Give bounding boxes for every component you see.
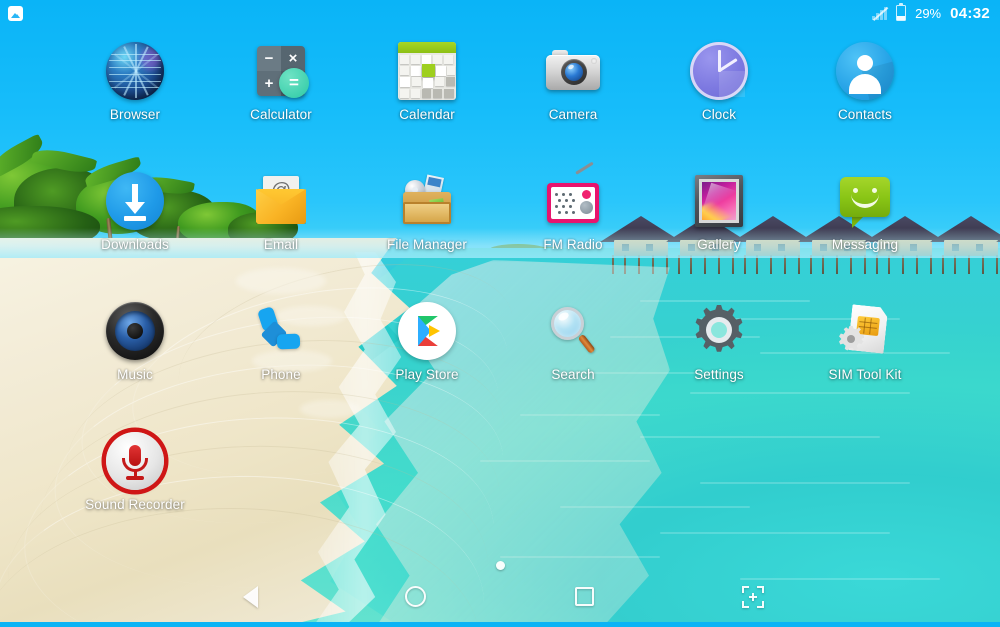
settings-gear-icon xyxy=(690,302,748,360)
app-label: SIM Tool Kit xyxy=(828,367,902,382)
sim-missing-icon xyxy=(872,6,889,21)
home-circle-icon xyxy=(404,586,426,607)
messaging-bubble-icon xyxy=(836,172,894,230)
screenshot-capture-icon xyxy=(742,585,764,608)
app-contacts[interactable]: Contacts xyxy=(792,42,938,122)
app-label: Gallery xyxy=(697,237,741,252)
phone-handset-icon xyxy=(252,302,310,360)
app-label: Play Store xyxy=(395,367,459,382)
download-arrow-icon xyxy=(106,172,164,230)
app-fm-radio[interactable]: FM Radio xyxy=(500,161,646,252)
app-label: Calculator xyxy=(250,107,312,122)
app-email[interactable]: @ Email xyxy=(208,172,354,252)
app-camera[interactable]: Camera xyxy=(500,42,646,122)
app-label: Contacts xyxy=(837,107,893,122)
app-sound-recorder[interactable]: Sound Recorder xyxy=(62,432,208,512)
battery-percent-label: 29% xyxy=(915,5,942,21)
play-store-icon xyxy=(398,302,456,360)
app-label: Search xyxy=(551,367,595,382)
recents-square-icon xyxy=(574,587,594,606)
search-magnifier-icon xyxy=(544,302,602,360)
nav-recents-button[interactable] xyxy=(549,572,619,621)
app-label: Messaging xyxy=(831,237,899,252)
app-label: Browser xyxy=(109,107,161,122)
nav-home-button[interactable] xyxy=(380,572,450,621)
app-calendar[interactable]: Calendar xyxy=(354,42,500,122)
app-label: File Manager xyxy=(387,237,467,252)
app-music[interactable]: Music xyxy=(62,302,208,382)
app-label: Music xyxy=(117,367,153,382)
clock-icon xyxy=(690,42,748,100)
app-grid: Browser − × + = Calculator Calendar Came… xyxy=(0,34,1000,534)
back-triangle-icon xyxy=(242,585,258,608)
app-play-store[interactable]: Play Store xyxy=(354,302,500,382)
app-label: Downloads xyxy=(101,237,169,252)
camera-icon xyxy=(544,42,602,100)
app-label: Sound Recorder xyxy=(85,497,185,512)
contacts-person-icon xyxy=(836,42,894,100)
music-speaker-icon xyxy=(106,302,164,360)
app-browser[interactable]: Browser xyxy=(62,42,208,122)
app-file-manager[interactable]: File Manager xyxy=(354,172,500,252)
app-label: Clock xyxy=(701,107,737,122)
app-phone[interactable]: Phone xyxy=(208,302,354,382)
bottom-accent-line xyxy=(0,622,1000,627)
battery-icon xyxy=(896,2,907,21)
page-indicator xyxy=(0,558,1000,572)
app-label: Calendar xyxy=(399,107,455,122)
nav-screenshot-button[interactable] xyxy=(718,572,788,621)
calendar-icon xyxy=(398,42,456,100)
sim-toolkit-icon xyxy=(836,302,894,360)
app-label: Camera xyxy=(548,107,598,122)
image-notification-icon[interactable] xyxy=(8,5,23,21)
gallery-frame-icon xyxy=(690,172,748,230)
app-label: Phone xyxy=(261,367,301,382)
navigation-bar xyxy=(0,572,1000,627)
app-label: FM Radio xyxy=(543,237,603,252)
fm-radio-icon xyxy=(544,161,602,230)
app-label: Email xyxy=(263,237,299,252)
app-label: Settings xyxy=(694,367,744,382)
microphone-icon xyxy=(106,432,164,490)
browser-globe-icon xyxy=(106,42,164,100)
nav-back-button[interactable] xyxy=(215,572,285,621)
app-calculator[interactable]: − × + = Calculator xyxy=(208,42,354,122)
calculator-icon: − × + = xyxy=(252,42,310,100)
status-bar-clock: 04:32 xyxy=(950,4,990,22)
email-envelope-icon: @ xyxy=(252,172,310,230)
app-search[interactable]: Search xyxy=(500,302,646,382)
app-settings[interactable]: Settings xyxy=(646,302,792,382)
status-bar: 29% 04:32 xyxy=(0,0,1000,26)
app-clock[interactable]: Clock xyxy=(646,42,792,122)
file-manager-icon xyxy=(398,172,456,230)
app-messaging[interactable]: Messaging xyxy=(792,172,938,252)
app-gallery[interactable]: Gallery xyxy=(646,172,792,252)
app-sim-tool-kit[interactable]: SIM Tool Kit xyxy=(792,302,938,382)
app-downloads[interactable]: Downloads xyxy=(62,172,208,252)
page-dot-active[interactable] xyxy=(495,560,505,570)
